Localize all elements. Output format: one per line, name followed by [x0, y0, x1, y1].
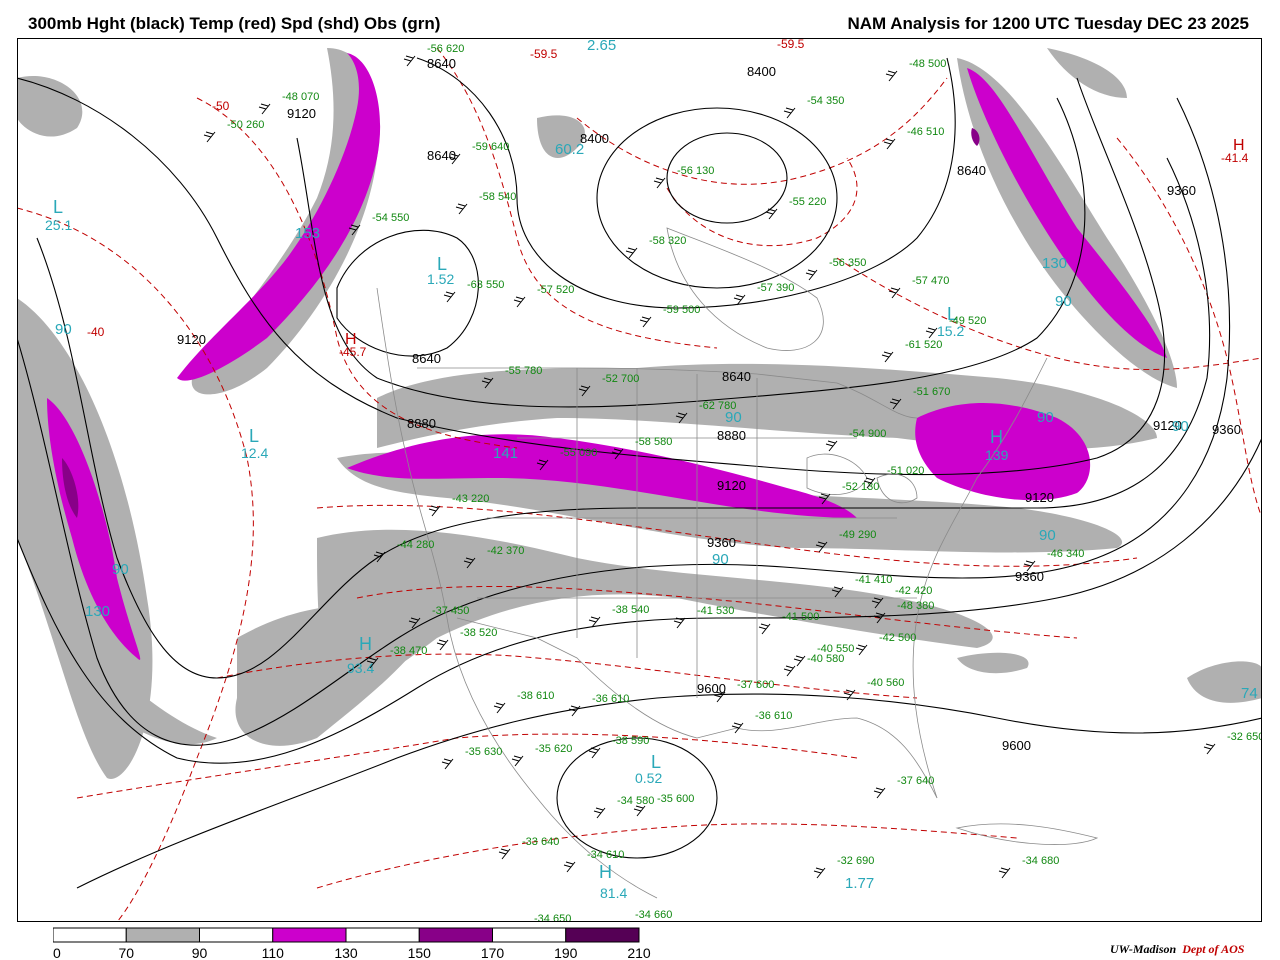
colorbar-box	[418, 927, 493, 943]
colorbar-tick-labels: 0 70 90 110 130 150 170 190 210	[53, 945, 651, 959]
map-frame	[17, 38, 1262, 922]
colorbar-tick-label: 150	[408, 945, 432, 959]
credit: UW-Madison Dept of AOS	[1110, 942, 1244, 957]
colorbar-box	[272, 927, 347, 943]
credit-university: UW-Madison	[1110, 942, 1177, 956]
colorbar-box	[565, 927, 640, 943]
colorbar-box	[53, 927, 127, 943]
credit-department: Dept of AOS	[1182, 942, 1245, 956]
colorbar-tick-label: 190	[554, 945, 578, 959]
colorbar-tick-label: 90	[192, 945, 208, 959]
colorbar-tick-label: 130	[334, 945, 358, 959]
map-title: 300mb Hght (black) Temp (red) Spd (shd) …	[28, 14, 441, 33]
colorbar-box	[199, 927, 274, 943]
colorbar-tick-label: 110	[262, 945, 285, 959]
colorbar-tick-label: 0	[53, 945, 61, 959]
colorbar-boxes	[53, 927, 640, 943]
wind-speed-colorbar: 0 70 90 110 130 150 170 190 210	[53, 927, 651, 959]
colorbar-box	[125, 927, 200, 943]
colorbar-tick-label: 210	[627, 945, 651, 959]
analysis-time-title: NAM Analysis for 1200 UTC Tuesday DEC 23…	[847, 14, 1249, 33]
colorbar-box	[345, 927, 420, 943]
colorbar-box	[492, 927, 567, 943]
colorbar-tick-label: 170	[481, 945, 505, 959]
colorbar-tick-label: 70	[118, 945, 134, 959]
